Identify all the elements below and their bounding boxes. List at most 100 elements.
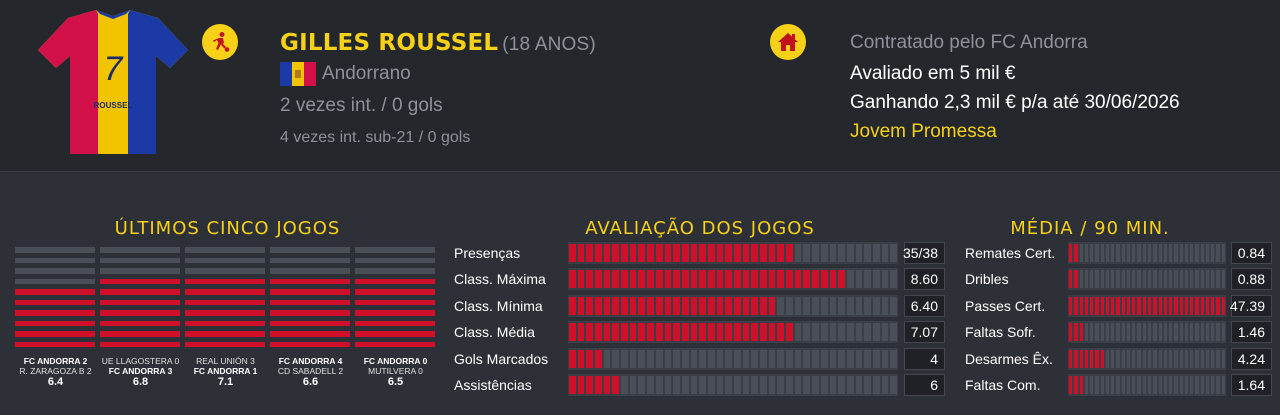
- stat-bar-segment: [1137, 244, 1141, 262]
- stat-bar-segment: [829, 270, 837, 289]
- game-away-team: MUTILVERA 0: [368, 366, 423, 376]
- stat-bar-segment: [586, 244, 594, 262]
- game-result[interactable]: UE LLAGOSTERA 0 FC ANDORRA 3 6.8: [98, 356, 183, 388]
- stat-bar-segment: [716, 296, 724, 315]
- stat-bar-segment: [768, 349, 776, 368]
- stat-label: Presenças: [454, 245, 521, 261]
- stat-bar-segment: [1158, 296, 1162, 315]
- game-bar-stripe: [355, 331, 435, 337]
- stat-bar-segment: [699, 376, 706, 394]
- stat-bar-segment: [777, 296, 785, 315]
- game-bar-stripe: [355, 341, 435, 347]
- stat-bar-segment: [603, 296, 611, 315]
- stat-bar-segment: [890, 349, 897, 368]
- stat-bar-segment: [1090, 349, 1094, 368]
- stat-bar-segment: [1105, 296, 1110, 315]
- stat-bar-segment: [1121, 296, 1125, 315]
- stat-bar-segment: [881, 244, 889, 262]
- stat-bar-segment: [1184, 349, 1189, 368]
- stat-bar-segment: [1174, 296, 1178, 315]
- game-bar-stripe: [185, 341, 265, 347]
- stat-bar-segment: [881, 349, 889, 368]
- stat-bar-segment: [1105, 244, 1110, 262]
- stat-bar-segment: [794, 244, 802, 262]
- stat-bar-segment: [1074, 349, 1078, 368]
- stat-bar: [568, 242, 898, 264]
- stat-bar-segment: [1184, 376, 1189, 394]
- last-five-title: ÚLTIMOS CINCO JOGOS: [114, 218, 341, 239]
- stat-bar-segment: [716, 270, 724, 289]
- stat-bar-segment: [812, 270, 819, 289]
- game-result[interactable]: FC ANDORRA 4 CD SABADELL 2 6.6: [268, 356, 353, 388]
- stat-bar-segment: [1174, 376, 1178, 394]
- stat-bar-segment: [1163, 296, 1168, 315]
- stat-bar-segment: [577, 244, 585, 262]
- stat-bar-segment: [1100, 349, 1104, 368]
- game-bar-stripe: [355, 289, 435, 295]
- stat-bar-segment: [1153, 376, 1157, 394]
- stat-bar-segment: [742, 349, 750, 368]
- stat-bar-segment: [1174, 349, 1178, 368]
- stat-bar: [568, 321, 898, 344]
- stat-bar-segment: [838, 349, 845, 368]
- stat-bar-segment: [734, 244, 741, 262]
- stat-bar-segment: [655, 296, 663, 315]
- stat-bar-segment: [629, 270, 637, 289]
- stat-bar-segment: [751, 349, 759, 368]
- stat-bar-segment: [803, 244, 811, 262]
- stat-bar-segment: [699, 270, 706, 289]
- stat-bar-segment: [1079, 244, 1083, 262]
- stat-bar-segment: [586, 349, 594, 368]
- stat-bar-segment: [621, 270, 628, 289]
- stat-bar-segment: [1169, 323, 1173, 342]
- stat-bar-segment: [1121, 323, 1125, 342]
- game-result[interactable]: REAL UNIÓN 3 FC ANDORRA 1 7.1: [183, 356, 268, 388]
- game-bar-stripe: [185, 331, 265, 337]
- stat-bar-segment: [1105, 376, 1110, 394]
- stat-bar-segment: [1163, 244, 1168, 262]
- stat-bar-segment: [1116, 244, 1120, 262]
- stat-bar-segment: [681, 244, 689, 262]
- stat-bar-segment: [768, 323, 776, 342]
- stat-bar-segment: [1100, 270, 1104, 289]
- u21-caps: 4 vezes int. sub-21 / 0 gols: [280, 129, 471, 146]
- stat-bar-segment: [716, 376, 724, 394]
- stat-value: 4.24: [1231, 347, 1272, 370]
- stat-bar-segment: [1095, 323, 1099, 342]
- football-player-icon: [202, 24, 238, 60]
- stat-bar-segment: [777, 244, 785, 262]
- stat-bar-segment: [820, 376, 828, 394]
- game-rating: 6.4: [47, 376, 64, 388]
- stat-bar-segment: [829, 349, 837, 368]
- stat-bar-segment: [1174, 244, 1178, 262]
- stat-bar-segment: [638, 296, 646, 315]
- stat-bar-segment: [881, 296, 889, 315]
- game-bar-stripe: [355, 278, 435, 284]
- stat-bar-segment: [690, 270, 698, 289]
- stat-bar-segment: [760, 349, 767, 368]
- game-rating-bar: [100, 247, 180, 352]
- stat-bar-segment: [690, 323, 698, 342]
- stat-bar-segment: [725, 323, 732, 342]
- game-result[interactable]: FC ANDORRA 2 R. ZARAGOZA B 2 6.4: [13, 356, 98, 388]
- stat-bar-segment: [751, 270, 759, 289]
- stat-value: 4: [904, 347, 945, 370]
- stat-bar-segment: [1158, 376, 1162, 394]
- stat-bar-segment: [595, 349, 602, 368]
- game-bar-stripe: [185, 268, 265, 274]
- stat-bar-segment: [864, 349, 871, 368]
- stat-bar-segment: [1195, 349, 1199, 368]
- stat-bar-segment: [734, 376, 741, 394]
- game-bar-stripe: [270, 278, 350, 284]
- stat-value: 35/38: [903, 242, 945, 264]
- stat-bar-segment: [1111, 270, 1115, 289]
- stat-bar-segment: [1221, 376, 1225, 394]
- game-bar-stripe: [100, 257, 180, 263]
- stat-bar-segment: [655, 244, 663, 262]
- game-bar-stripe: [15, 310, 95, 316]
- stat-bar-segment: [1084, 270, 1089, 289]
- game-result[interactable]: FC ANDORRA 0 MUTILVERA 0 6.5: [353, 356, 438, 388]
- stat-bar-segment: [699, 244, 706, 262]
- stat-bar-segment: [1074, 296, 1078, 315]
- stat-label: Class. Média: [454, 324, 535, 341]
